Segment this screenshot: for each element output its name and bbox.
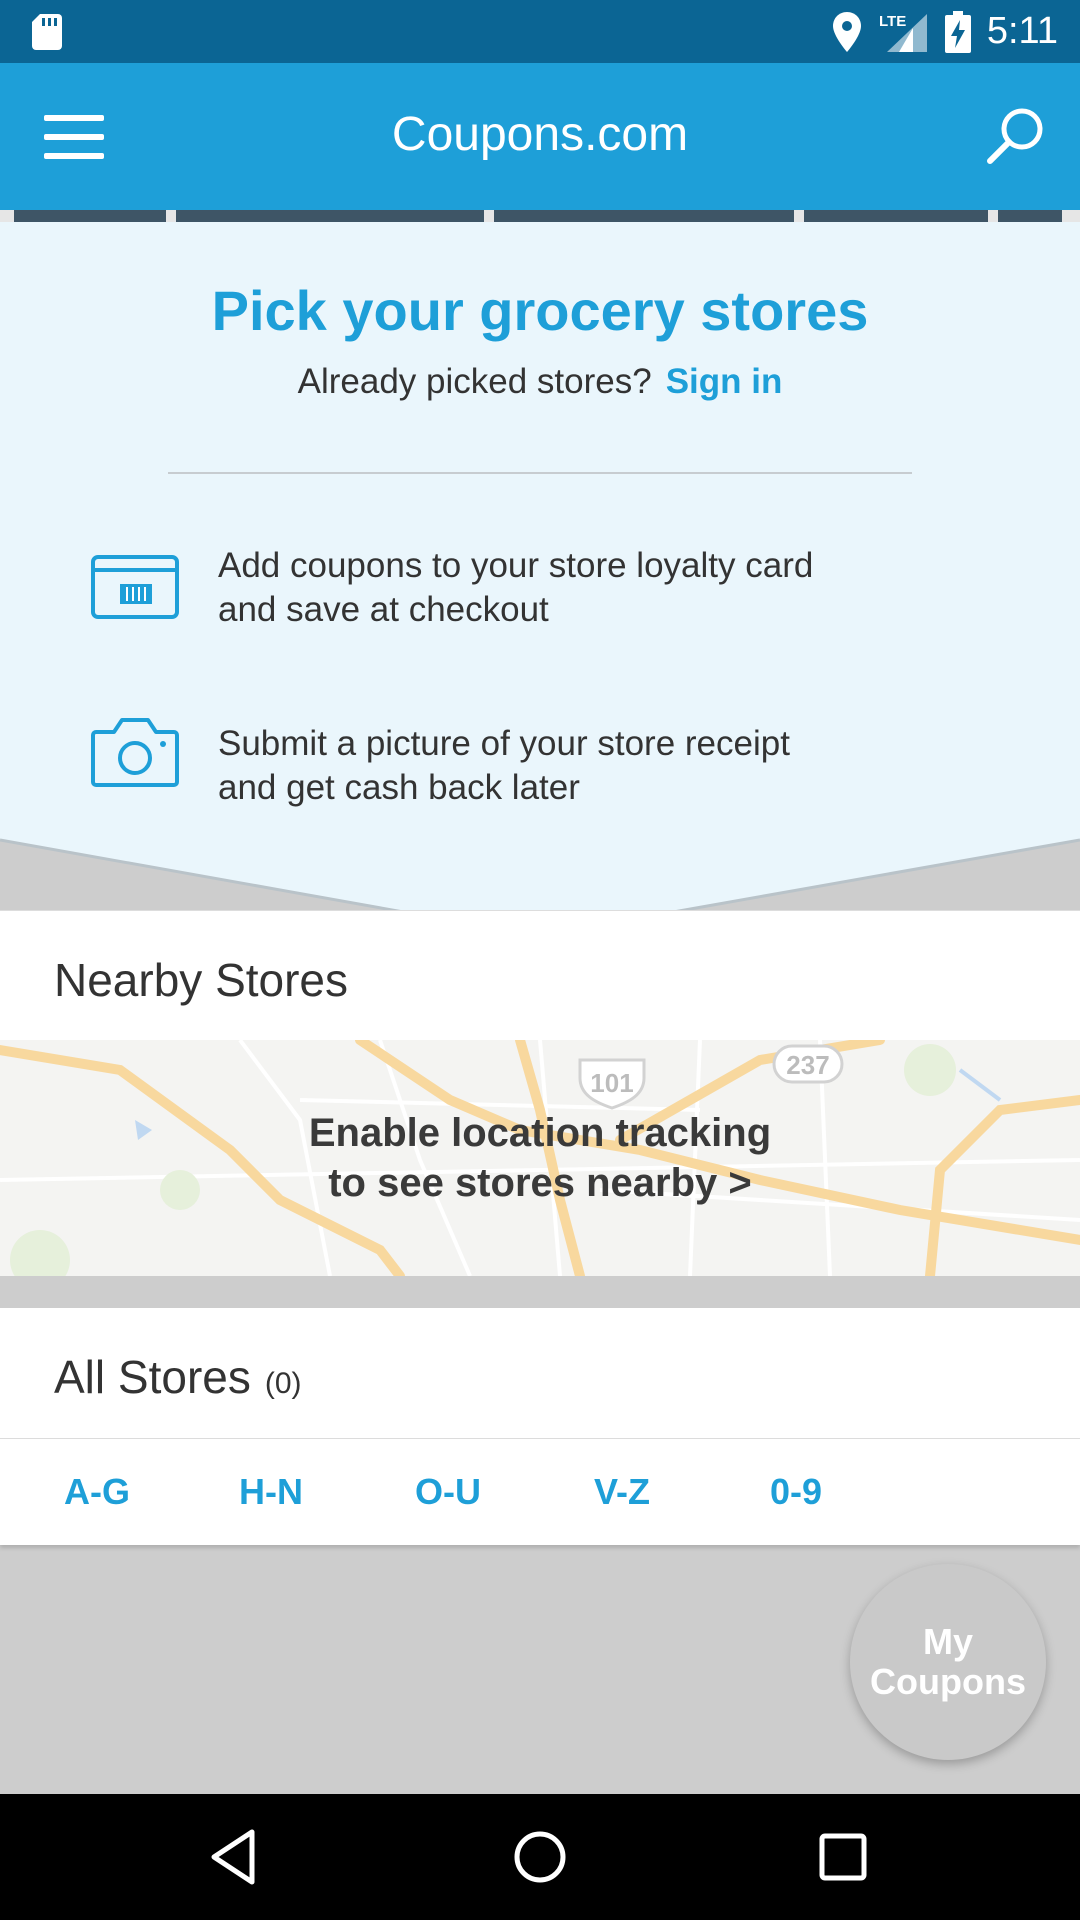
all-stores-title: All Stores: [54, 1351, 251, 1403]
feature-receipt-line2: and get cash back later: [218, 768, 580, 807]
tab-0-9[interactable]: 0-9: [770, 1471, 822, 1513]
clock: 5:11: [986, 10, 1058, 52]
location-icon: [832, 11, 861, 52]
my-coupons-button[interactable]: My Coupons: [850, 1564, 1046, 1760]
divider: [168, 472, 912, 474]
network-type: LTE: [879, 13, 906, 30]
feature-loyalty-line1: Add coupons to your store loyalty card: [218, 546, 814, 585]
sign-in-prompt: Already picked stores? Sign in: [0, 362, 1080, 402]
tab-v-z[interactable]: V-Z: [594, 1471, 650, 1513]
search-icon[interactable]: [986, 105, 1046, 165]
enable-location-line2: to see stores nearby >: [328, 1161, 752, 1205]
all-stores-header: All Stores (0): [0, 1308, 1080, 1439]
tab-a-g[interactable]: A-G: [64, 1471, 130, 1513]
loyalty-card-icon: [91, 555, 179, 619]
my-coupons-line2: Coupons: [870, 1661, 1026, 1702]
feature-loyalty-text: Add coupons to your store loyalty card a…: [218, 544, 998, 632]
sign-in-link[interactable]: Sign in: [666, 362, 783, 401]
tab-o-u[interactable]: O-U: [415, 1471, 481, 1513]
status-bar: LTE 5:11: [0, 0, 1080, 63]
app-title: Coupons.com: [391, 108, 689, 161]
feature-loyalty-line2: and save at checkout: [218, 590, 549, 629]
feature-receipt-line1: Submit a picture of your store receipt: [218, 724, 790, 763]
sd-card-icon: [32, 14, 62, 50]
enable-location-line1: Enable location tracking: [308, 1111, 772, 1155]
system-nav-bar: [0, 1794, 1080, 1920]
nearby-stores-label: Nearby Stores: [54, 954, 349, 1006]
battery-charging-icon: [944, 10, 971, 53]
tab-h-n[interactable]: H-N: [239, 1471, 303, 1513]
category-strip: [0, 210, 1080, 222]
pick-stores-banner: Pick your grocery stores Already picked …: [0, 222, 1080, 942]
enable-location-link[interactable]: Enable location tracking to see stores n…: [0, 1108, 1080, 1208]
all-stores-count: (0): [264, 1367, 302, 1400]
back-icon[interactable]: [202, 1824, 268, 1890]
alphabet-filter: A-G H-N O-U V-Z 0-9: [0, 1439, 1080, 1545]
sign-in-prompt-text: Already picked stores?: [297, 362, 652, 401]
feature-receipt-text: Submit a picture of your store receipt a…: [218, 722, 998, 810]
my-coupons-line1: My: [922, 1621, 973, 1662]
nearby-map[interactable]: 101 237 Enable location tracking to see …: [0, 1040, 1080, 1276]
recents-icon[interactable]: [810, 1824, 876, 1890]
camera-icon: [91, 718, 179, 787]
all-stores-label: All Stores (0): [54, 1350, 302, 1404]
nearby-stores-header: Nearby Stores: [0, 910, 1080, 1041]
page-title: Pick your grocery stores: [211, 279, 869, 342]
home-icon[interactable]: [507, 1824, 573, 1890]
signal-icon: LTE: [879, 13, 927, 52]
app-bar: Coupons.com: [0, 63, 1080, 210]
